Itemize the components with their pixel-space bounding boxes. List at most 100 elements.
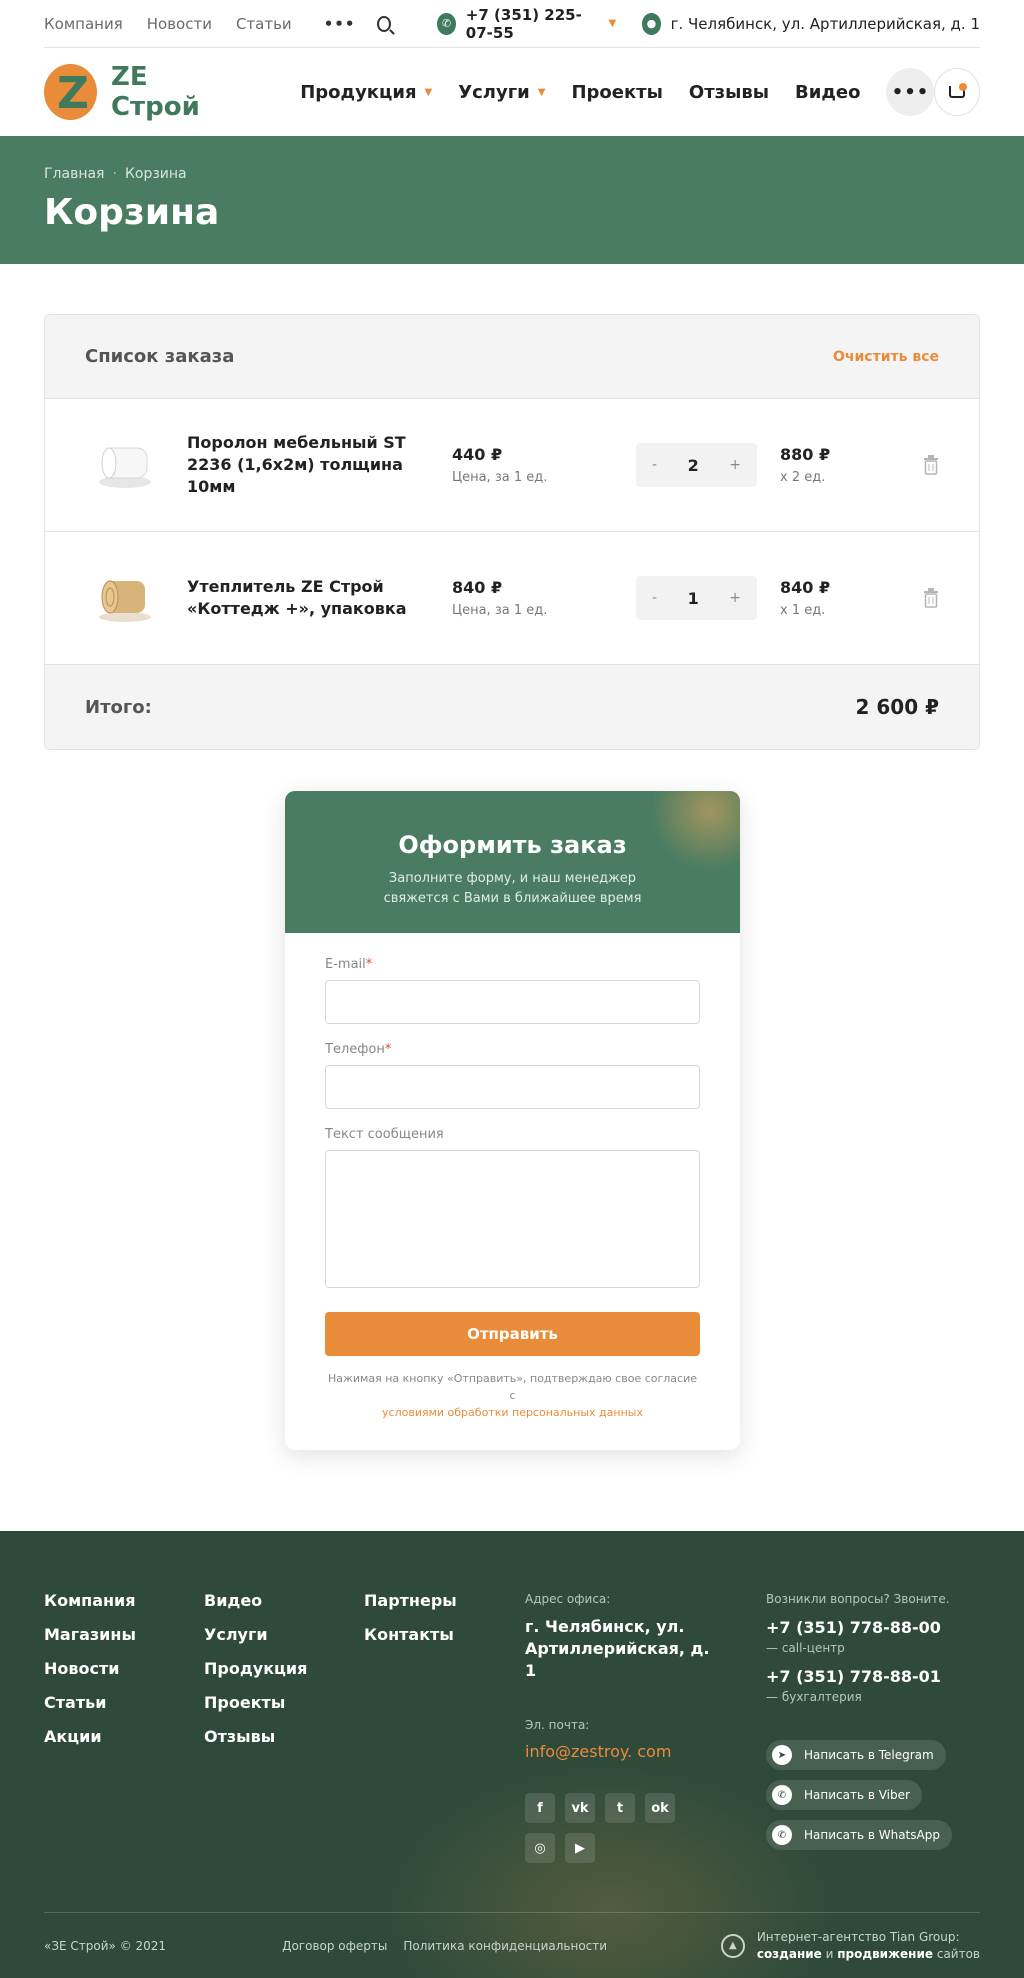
trash-icon[interactable] [923,588,939,608]
top-bar: Компания Новости Статьи ••• ✆ +7 (351) 2… [44,0,980,48]
footer-link[interactable]: Проекты [204,1693,307,1712]
footer-link[interactable]: Новости [44,1659,136,1678]
nav-item-reviews[interactable]: Отзывы [689,82,769,103]
footer-col-2: Видео Услуги Продукция Проекты Отзывы [204,1591,307,1761]
cart-item-name[interactable]: Утеплитель ZE Строй «Коттедж +», упаковк… [187,576,427,620]
qty-value[interactable]: 1 [688,589,699,608]
footer-link[interactable]: Магазины [44,1625,136,1644]
topbar-link-company[interactable]: Компания [44,15,123,33]
agency-credit[interactable]: ▲ Интернет-агентство Tian Group: создани… [720,1929,980,1963]
insulation-product-image[interactable] [95,571,155,625]
cart-button[interactable] [934,68,980,116]
footer-link[interactable]: Отзывы [204,1727,307,1746]
qty-minus-button[interactable]: - [652,590,657,606]
footer-col-3: Партнеры Контакты [364,1591,457,1659]
footer-phone-2[interactable]: +7 (351) 778-88-01 [766,1667,986,1686]
footer-phone-1[interactable]: +7 (351) 778-88-00 [766,1618,986,1637]
total-label: Итого: [85,696,152,718]
footer-phone-2-note: — бухгалтерия [766,1690,862,1704]
nav-item-services[interactable]: Услуги ▼ [458,82,545,103]
qty-minus-button[interactable]: - [652,457,657,473]
whatsapp-icon: ✆ [772,1825,792,1845]
telegram-button[interactable]: ➤ Написать в Telegram [766,1740,946,1770]
qty-plus-button[interactable]: + [729,590,741,606]
viber-icon: ✆ [772,1785,792,1805]
footer-contacts: Адрес офиса: г. Челябинск, ул. Артиллерий… [525,1592,725,1873]
cart-item-sum: 840 ₽ x 1 ед. [780,578,831,618]
nav-more-button[interactable]: ••• [886,68,935,116]
breadcrumb: Главная · Корзина [44,166,187,182]
call-caption: Возникли вопросы? Звоните. [766,1592,950,1606]
instagram-icon[interactable]: ◎ [525,1833,555,1863]
message-label: Текст сообщения [325,1127,444,1142]
breadcrumb-current: Корзина [124,166,187,182]
footer-phone-1-note: — call-центр [766,1641,845,1655]
message-textarea[interactable] [325,1150,700,1288]
qty-plus-button[interactable]: + [729,457,741,473]
privacy-link[interactable]: Политика конфиденциальности [403,1939,607,1953]
cart-total: Итого: 2 600 ₽ [45,665,979,749]
footer-link[interactable]: Компания [44,1591,136,1610]
topbar-link-articles[interactable]: Статьи [236,15,292,33]
chevron-down-icon: ▼ [537,86,546,98]
phone-label: Телефон* [325,1042,392,1057]
clear-all-button[interactable]: Очистить все [833,349,939,365]
facebook-icon[interactable]: f [525,1793,555,1823]
topbar-more-button[interactable]: ••• [324,15,356,33]
privacy-terms-link[interactable]: условиями обработки персональных данных [382,1406,643,1419]
cart-card: Список заказа Очистить все Поролон мебел… [44,314,980,750]
topbar-link-news[interactable]: Новости [147,15,212,33]
footer-link[interactable]: Видео [204,1591,307,1610]
telegram-icon: ➤ [772,1745,792,1765]
footer-link[interactable]: Статьи [44,1693,136,1712]
chevron-down-icon[interactable]: ▼ [609,18,617,29]
nav-item-projects[interactable]: Проекты [571,82,662,103]
cart-row: Поролон мебельный ST 2236 (1,6х2м) толщи… [45,399,979,532]
footer-link[interactable]: Партнеры [364,1591,457,1610]
email-field[interactable] [325,980,700,1024]
youtube-icon[interactable]: ▶ [565,1833,595,1863]
page-hero: Главная · Корзина Корзина [0,136,1024,264]
cart-item-name[interactable]: Поролон мебельный ST 2236 (1,6х2м) толщи… [187,432,427,498]
search-icon[interactable] [377,15,392,32]
qty-value[interactable]: 2 [688,456,699,475]
footer-email-link[interactable]: info@zestroy. com [525,1742,725,1761]
footer-link[interactable]: Услуги [204,1625,307,1644]
whatsapp-button[interactable]: ✆ Написать в WhatsApp [766,1820,952,1850]
page-title: Корзина [44,192,220,233]
trash-icon[interactable] [923,455,939,475]
nav-item-products[interactable]: Продукция ▼ [300,82,432,103]
phone-field[interactable] [325,1065,700,1109]
quantity-stepper: - 2 + [636,443,757,487]
vk-icon[interactable]: vk [565,1793,595,1823]
logo-text[interactable]: ZE Строй [111,62,238,122]
office-address: г. Челябинск, ул. Артиллерийская, д. 1 [525,1617,710,1680]
topbar-phone[interactable]: +7 (351) 225-07-55 [466,6,603,42]
cart-item-price: 440 ₽ Цена, за 1 ед. [452,445,548,485]
cart-title: Список заказа [85,346,235,367]
twitter-icon[interactable]: t [605,1793,635,1823]
cart-header: Список заказа Очистить все [45,315,979,399]
footer-link[interactable]: Акции [44,1727,136,1746]
total-value: 2 600 ₽ [855,695,939,719]
cart-item-sum: 880 ₽ x 2 ед. [780,445,831,485]
submit-button[interactable]: Отправить [325,1312,700,1356]
address-caption: Адрес офиса: [525,1592,611,1606]
order-form-subtitle: Заполните форму, и наш менеджер свяжется… [383,871,642,906]
phone-icon: ✆ [437,12,456,35]
location-icon: ● [642,12,661,35]
topbar-address: г. Челябинск, ул. Артиллерийская, д. 1 [670,14,980,33]
copyright: «ЗЕ Строй» © 2021 [44,1938,167,1953]
logo-icon[interactable]: Z [44,64,97,120]
odnoklassniki-icon[interactable]: ok [645,1793,675,1823]
foam-product-image[interactable] [95,438,155,492]
viber-button[interactable]: ✆ Написать в Viber [766,1780,922,1810]
nav-item-video[interactable]: Видео [795,82,860,103]
main-header: Z ZE Строй Продукция ▼ Услуги ▼ Проекты От… [44,48,980,136]
footer-link[interactable]: Продукция [204,1659,307,1678]
footer-link[interactable]: Контакты [364,1625,457,1644]
footer-col-1: Компания Магазины Новости Статьи Акции [44,1591,136,1761]
offer-link[interactable]: Договор оферты [282,1939,387,1953]
cart-row: Утеплитель ZE Строй «Коттедж +», упаковк… [45,532,979,665]
breadcrumb-home[interactable]: Главная [44,166,104,182]
